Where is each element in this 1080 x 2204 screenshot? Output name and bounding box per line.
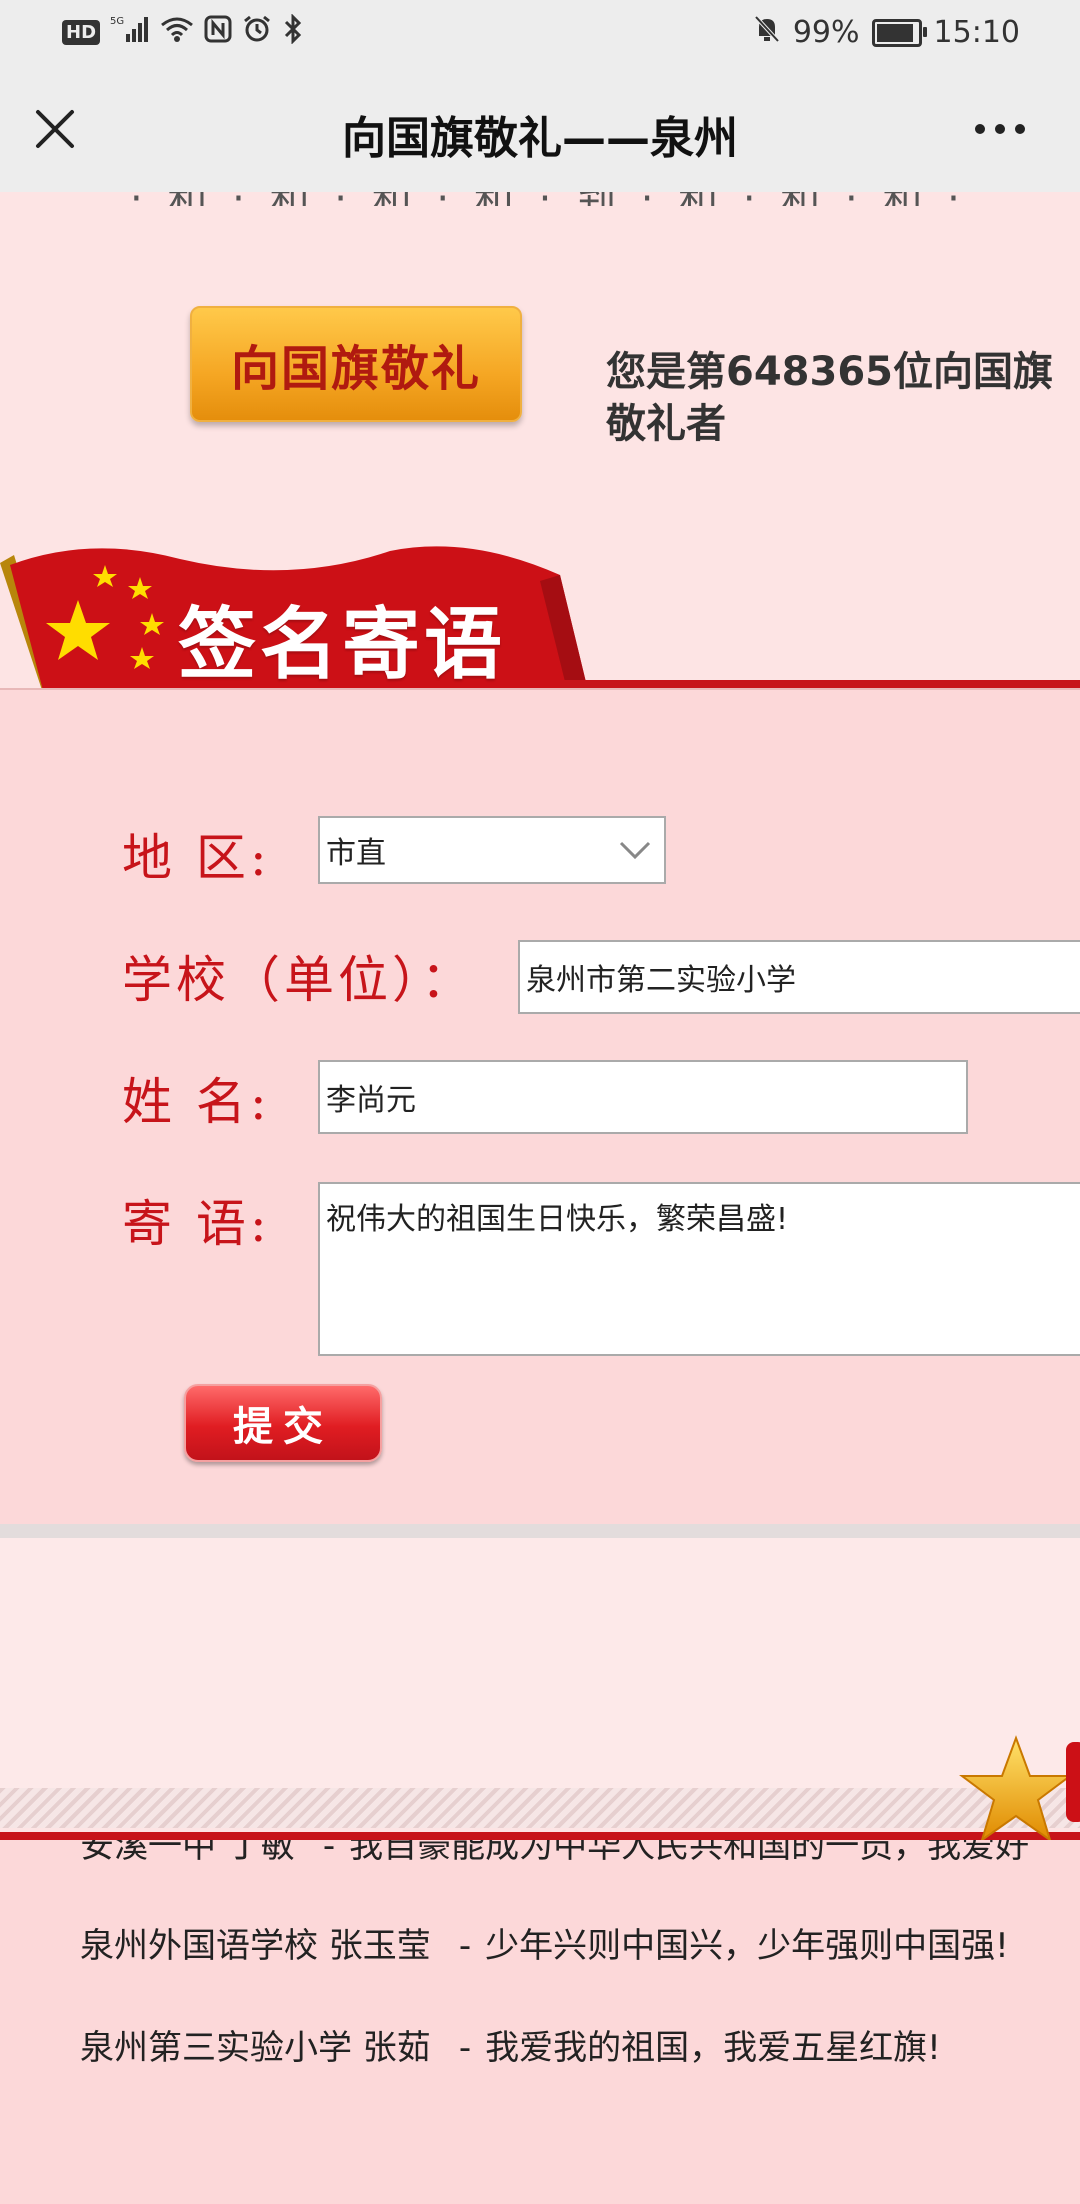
clipped-heading: · 和 · 和 · 和 · 和 · 到 · 和 · 和 · 和 · [0, 192, 1080, 206]
school-label: 学校（单位）： [122, 951, 475, 1009]
hd-icon: HD [62, 20, 101, 45]
name-input[interactable]: 李尚元 [318, 1060, 968, 1134]
svg-text:5G: 5G [110, 16, 124, 27]
region-label: 地 区: [122, 829, 271, 887]
name-label: 姓 名: [122, 1073, 271, 1131]
message-author: 泉州第三实验小学 张茹 [80, 2028, 431, 2068]
divider-line [560, 680, 1080, 688]
gold-star-icon [959, 1735, 1080, 1843]
name-input-value: 李尚元 [326, 1083, 416, 1118]
bluetooth-icon [282, 13, 304, 51]
status-bar: HD 5G 99% 15:10 [0, 0, 1080, 66]
clock: 15:10 [933, 15, 1020, 50]
banner-title: 签名寄语 [178, 600, 507, 690]
list-item: 泉州外国语学校 张玉莹 - 少年兴则中国兴，少年强则中国强! [80, 1926, 1009, 1966]
page-title: 向国旗敬礼——泉州 [342, 113, 738, 164]
alarm-icon [242, 14, 272, 51]
region-select-value: 市直 [326, 836, 386, 871]
school-input[interactable]: 泉州市第二实验小学 [518, 940, 1080, 1014]
messages-list: 安溪一中 丁敏 - 我自豪能成为中华人民共和国的一员，我爱好 泉州外国语学校 张玉莹… [0, 1840, 1080, 2204]
message-text: 我爱我的祖国，我爱五星红旗! [485, 2028, 941, 2068]
message-textarea-value: 祝伟大的祖国生日快乐，繁荣昌盛! [326, 1202, 789, 1237]
signature-form: 地 区: 市直 学校（单位）： 泉州市第二实验小学 姓 名: 李尚元 寄 语: … [0, 688, 1080, 1526]
battery-fill [876, 23, 913, 42]
message-label: 寄 语: [122, 1195, 271, 1253]
battery-icon [871, 18, 927, 47]
submit-button[interactable]: 提交 [184, 1384, 382, 1462]
status-left-icons: HD 5G [62, 13, 304, 51]
message-textarea[interactable]: 祝伟大的祖国生日快乐，繁荣昌盛! [318, 1182, 1080, 1356]
message-author: 安溪一中 丁敏 [80, 1840, 295, 1866]
salute-count-text: 您是第648365位向国旗敬礼者 [606, 349, 1053, 447]
divider-line-bottom [0, 1832, 1080, 1840]
spacer-area [0, 1538, 1080, 1788]
list-item: 泉州第三实验小学 张茹 - 我爱我的祖国，我爱五星红旗! [80, 2028, 941, 2068]
list-item: 安溪一中 丁敏 - 我自豪能成为中华人民共和国的一员，我爱好 [80, 1840, 1029, 1867]
school-input-value: 泉州市第二实验小学 [526, 963, 796, 998]
message-text: 少年兴则中国兴，少年强则中国强! [485, 1926, 1009, 1966]
signal-icon: 5G [110, 14, 150, 51]
wifi-icon [160, 15, 194, 50]
nav-bar: 向国旗敬礼——泉州 [0, 66, 1080, 192]
chevron-down-icon [619, 841, 651, 860]
nfc-icon [204, 15, 232, 50]
message-text: 我自豪能成为中华人民共和国的一员，我爱好 [349, 1840, 1030, 1866]
salute-flag-button[interactable]: 向国旗敬礼 [190, 306, 522, 422]
battery-percent: 99% [792, 15, 860, 50]
region-select[interactable]: 市直 [318, 816, 666, 884]
status-right-icons: 99% 15:10 [753, 14, 1020, 51]
more-options-icon[interactable] [970, 114, 1030, 144]
section-divider [0, 1524, 1080, 1538]
message-author: 泉州外国语学校 张玉莹 [80, 1926, 431, 1966]
mute-bell-icon [753, 14, 781, 51]
clipped-heading-text: · 和 · 和 · 和 · 和 · 到 · 和 · 和 · 和 · [130, 192, 966, 206]
hatched-band [0, 1788, 1080, 1828]
